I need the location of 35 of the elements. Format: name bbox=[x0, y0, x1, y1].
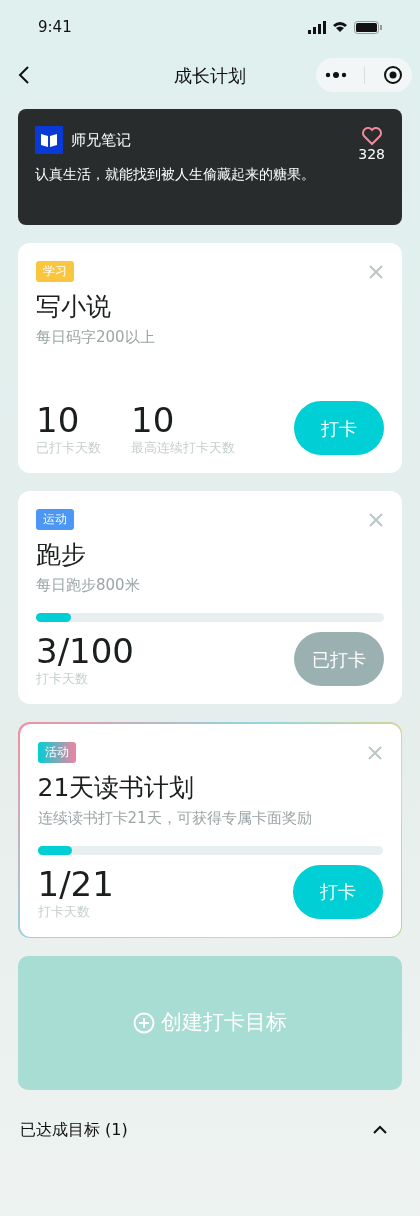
like-count: 328 bbox=[358, 146, 385, 162]
category-tag: 活动 bbox=[37, 741, 76, 763]
stat-label: 打卡天数 bbox=[36, 670, 89, 688]
chevron-icon[interactable] bbox=[372, 1125, 388, 1135]
back-icon[interactable] bbox=[18, 65, 30, 85]
category-tag: 学习 bbox=[36, 261, 74, 282]
wifi-icon bbox=[332, 21, 348, 33]
book-logo-icon bbox=[35, 126, 63, 154]
signal-icon bbox=[308, 20, 326, 34]
page-title: 成长计划 bbox=[174, 63, 246, 88]
goal-title: 写小说 bbox=[36, 291, 112, 323]
stat-label: 打卡天数 bbox=[37, 902, 91, 921]
goal-description: 每日码字200以上 bbox=[36, 327, 156, 347]
stat-value: 10 bbox=[36, 401, 81, 439]
goal-title: 21天读书计划 bbox=[37, 771, 196, 804]
target-icon[interactable] bbox=[383, 65, 404, 85]
category-tag: 运动 bbox=[36, 509, 74, 530]
status-time: 9:41 bbox=[38, 16, 72, 38]
check-in-button[interactable]: 打卡 bbox=[294, 401, 384, 455]
stat-value: 1/21 bbox=[37, 864, 114, 903]
stat-value: 10 bbox=[131, 401, 176, 439]
stat-value: 3/100 bbox=[36, 632, 134, 670]
more-icon[interactable] bbox=[324, 72, 347, 78]
heart-icon[interactable] bbox=[360, 126, 383, 146]
create-goal-button[interactable]: 创建打卡目标 bbox=[18, 956, 402, 1090]
plus-circle-icon bbox=[133, 1012, 155, 1034]
author-name: 师兄笔记 bbox=[71, 129, 131, 151]
goal-description: 连续读书打卡21天，可获得专属卡面奖励 bbox=[37, 807, 313, 828]
goal-title: 跑步 bbox=[36, 539, 87, 571]
goal-description: 每日跑步800米 bbox=[36, 575, 141, 595]
quote-text: 认真生活，就能找到被人生偷藏起来的糖果。 bbox=[35, 165, 316, 184]
battery-icon bbox=[354, 20, 382, 34]
check-in-button[interactable]: 已打卡 bbox=[294, 632, 384, 686]
check-in-button[interactable]: 打卡 bbox=[292, 864, 383, 919]
achieved-goals-label: 已达成目标 (1) bbox=[20, 1119, 128, 1141]
